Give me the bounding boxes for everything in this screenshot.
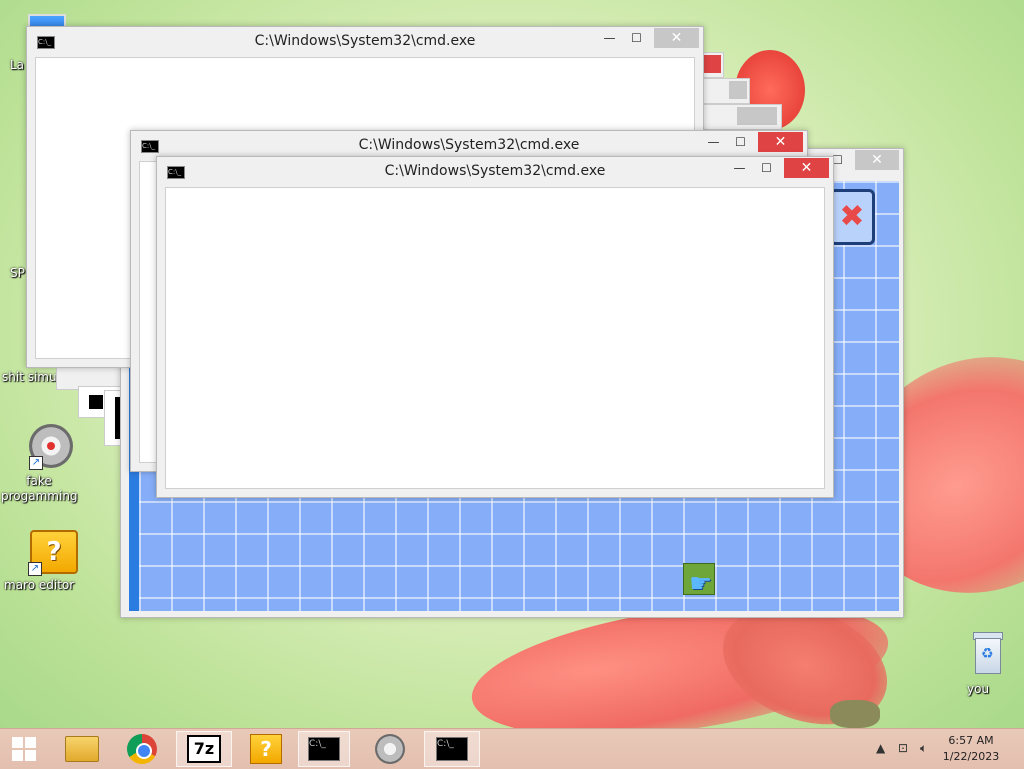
taskbar-fake-programming[interactable] (362, 731, 418, 767)
hand-cursor-icon: ☛ (689, 569, 713, 599)
recycle-bin-icon: ♻ (951, 630, 1003, 678)
cmd-window-front-titlebar[interactable]: C:\_ C:\Windows\System32\cmd.exe — ☐ ✕ (157, 157, 833, 187)
close-button[interactable]: ✕ (855, 150, 899, 170)
taskbar-file-explorer[interactable] (54, 731, 110, 767)
network-icon[interactable]: ⊡ (898, 741, 908, 755)
folder-icon (65, 736, 99, 762)
cmd-window-front[interactable]: C:\_ C:\Windows\System32\cmd.exe — ☐ ✕ (156, 156, 834, 498)
cmd-icon: C:\_ (436, 737, 468, 761)
show-hidden-icons-icon[interactable]: ▲ (876, 741, 885, 755)
taskbar-cmd-2[interactable]: C:\_ (424, 731, 480, 767)
cmd-console-area[interactable] (165, 187, 825, 489)
7zip-icon: 7z (187, 735, 221, 763)
volume-icon[interactable]: 🔈︎ (920, 741, 927, 756)
desktop-icon-fake-programming[interactable]: ↗ fake progamming (1, 422, 78, 503)
minimize-button[interactable]: — (726, 158, 753, 178)
windows-logo-icon (12, 737, 36, 761)
close-button[interactable]: ✕ (758, 132, 803, 152)
maximize-button[interactable]: ☐ (753, 158, 780, 178)
desktop: La ✕ ↗ ↗ SP shit simul ↗ fake progamming… (0, 0, 1024, 728)
maximize-button[interactable]: ☐ (623, 28, 650, 48)
fake-programming-icon (375, 734, 405, 764)
question-block-icon: ? (250, 734, 282, 764)
cmd-window-back-titlebar[interactable]: C:\_ C:\Windows\System32\cmd.exe — ☐ ✕ (27, 27, 703, 57)
cmd-icon: C:\_ (308, 737, 340, 761)
clock-date: 1/22/2023 (942, 750, 1000, 763)
desktop-icon-maro-editor[interactable]: ? ↗ maro editor (0, 528, 78, 592)
maximize-button[interactable]: ☐ (727, 132, 754, 152)
question-block-icon: ? ↗ (14, 528, 78, 576)
taskbar-maro-editor[interactable]: ? (238, 731, 294, 767)
taskbar-cmd-1[interactable]: C:\_ (298, 731, 350, 767)
system-clock[interactable]: 6:57 AM 1/22/2023 (936, 733, 1006, 765)
wallpaper-stem (830, 700, 880, 728)
clock-time: 6:57 AM (948, 734, 994, 747)
start-button[interactable] (0, 731, 48, 767)
taskbar-7zip[interactable]: 7z (176, 731, 232, 767)
minimize-button[interactable]: — (700, 132, 727, 152)
close-button[interactable]: ✕ (784, 158, 829, 178)
taskbar: 7z ? C:\_ C:\_ ▲ ⊡ 🔈︎ 6:57 AM 1/22/2023 (0, 728, 1024, 769)
chrome-icon (127, 734, 157, 764)
close-button[interactable]: ✕ (654, 28, 699, 48)
minimize-button[interactable]: — (596, 28, 623, 48)
taskbar-chrome[interactable] (114, 731, 170, 767)
delete-x-icon[interactable]: ✖ (829, 189, 875, 245)
desktop-icon-recycle-bin[interactable]: ♻ you (937, 630, 1013, 696)
fake-programming-icon: ↗ (15, 422, 73, 470)
